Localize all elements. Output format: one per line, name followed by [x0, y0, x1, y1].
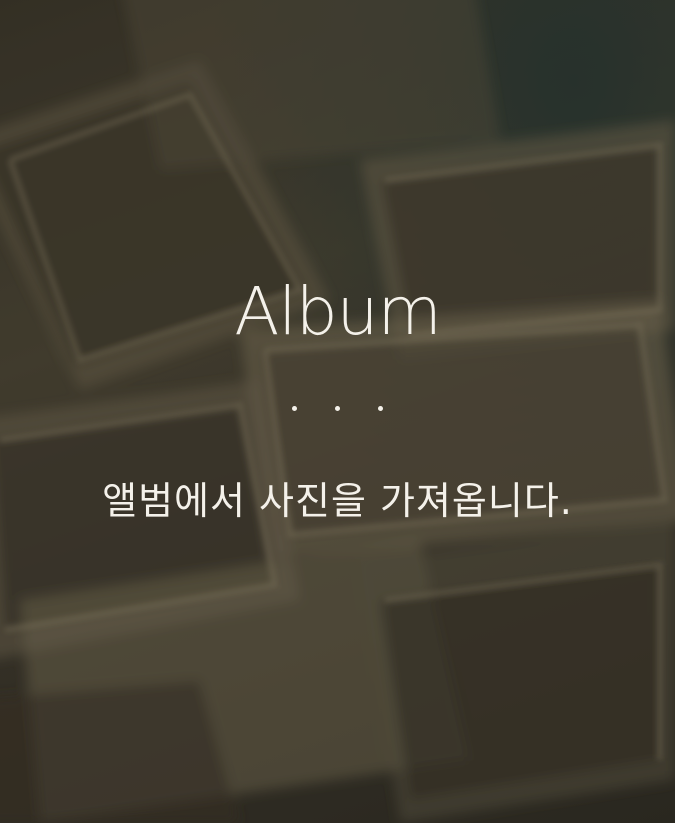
page-indicator-dot — [292, 406, 297, 411]
page-subtitle: 앨범에서 사진을 가져옵니다. — [102, 479, 573, 523]
page-indicator-dot — [335, 406, 340, 411]
page-indicator-dot — [378, 406, 383, 411]
splash-content: Album 앨범에서 사진을 가져옵니다. — [0, 0, 675, 823]
page-title: Album — [234, 273, 442, 350]
album-splash-screen: Album 앨범에서 사진을 가져옵니다. — [0, 0, 675, 823]
page-indicator — [0, 400, 675, 420]
